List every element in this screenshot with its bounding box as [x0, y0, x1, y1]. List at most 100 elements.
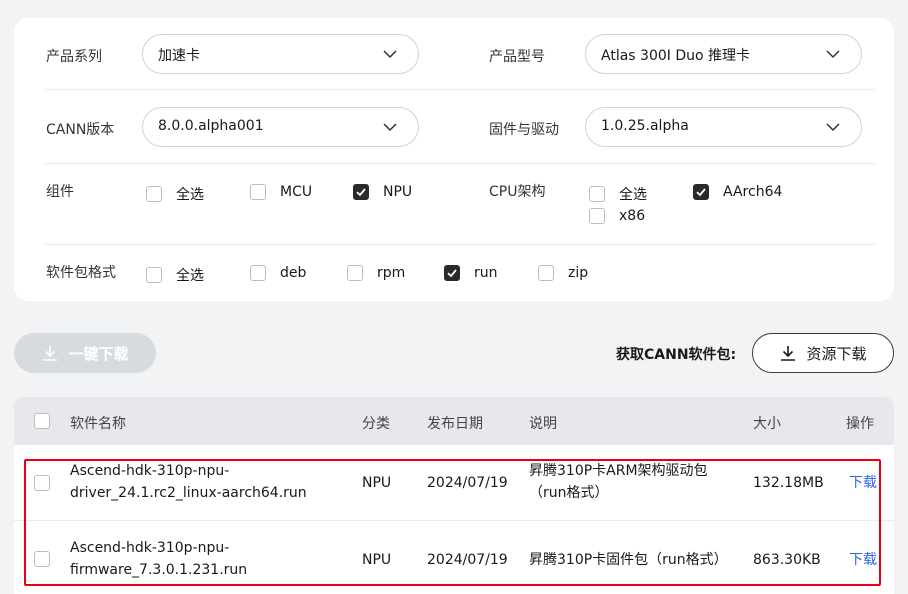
checkbox-label: zip	[568, 265, 589, 281]
product-series-label: 产品系列	[46, 49, 102, 65]
checkbox-checked[interactable]	[353, 184, 369, 200]
firmware-driver-select[interactable]: 1.0.25.alpha	[585, 107, 862, 147]
checkbox[interactable]	[34, 413, 50, 429]
header-category: 分类	[362, 416, 390, 432]
component-checkbox-mcu[interactable]: MCU	[250, 184, 312, 200]
product-series-select[interactable]: 加速卡	[142, 34, 419, 74]
check-icon	[447, 269, 457, 278]
divider	[44, 163, 876, 164]
row-desc-line: （run格式）	[529, 485, 609, 501]
product-model-value: Atlas 300I Duo 推理卡	[601, 48, 751, 64]
checkbox-label: 全选	[619, 187, 647, 203]
package-format-label: 软件包格式	[46, 265, 116, 281]
header-size: 大小	[753, 416, 781, 432]
firmware-driver-label: 固件与驱动	[489, 122, 559, 138]
checkbox-label: NPU	[383, 184, 413, 200]
chevron-down-icon	[383, 50, 397, 59]
table-header: 软件名称 分类 发布日期 说明 大小 操作	[14, 397, 894, 445]
checkbox-label: run	[474, 265, 498, 281]
row-date: 2024/07/19	[427, 475, 508, 491]
download-icon	[43, 346, 58, 361]
row-download-link[interactable]: 下载	[849, 549, 877, 571]
checkbox[interactable]	[347, 265, 363, 281]
product-series-value: 加速卡	[158, 48, 200, 64]
row-name: Ascend-hdk-310p-npu- firmware_7.3.0.1.23…	[70, 537, 247, 581]
table-row: Ascend-hdk-310p-npu- driver_24.1.rc2_lin…	[14, 445, 894, 521]
format-checkbox-all[interactable]: 全选	[146, 265, 204, 285]
checkbox[interactable]	[538, 265, 554, 281]
divider	[44, 89, 876, 90]
format-checkbox-zip[interactable]: zip	[538, 265, 588, 281]
checkbox[interactable]	[34, 475, 50, 491]
chevron-down-icon	[826, 50, 840, 59]
cpu-arch-label: CPU架构	[489, 184, 546, 200]
format-checkbox-run[interactable]: run	[444, 265, 498, 281]
resource-download-button[interactable]: 资源下载	[752, 333, 894, 373]
checkbox-checked[interactable]	[693, 184, 709, 200]
checkbox-label: MCU	[280, 184, 313, 200]
table-body: Ascend-hdk-310p-npu- driver_24.1.rc2_lin…	[14, 445, 894, 594]
checkbox-label: x86	[619, 208, 646, 224]
row-desc: 昇腾310P卡固件包（run格式）	[529, 552, 728, 568]
chevron-down-icon	[383, 123, 397, 132]
checkbox-label: deb	[280, 265, 307, 281]
check-icon	[356, 188, 366, 197]
row-checkbox[interactable]	[34, 551, 50, 567]
check-icon	[696, 188, 706, 197]
components-label: 组件	[46, 184, 74, 200]
cpu-checkbox-aarch64[interactable]: AArch64	[693, 184, 782, 200]
row-checkbox[interactable]	[34, 475, 50, 491]
one-click-download-label: 一键下载	[68, 344, 129, 363]
row-download-link[interactable]: 下载	[849, 472, 877, 494]
cann-version-select[interactable]: 8.0.0.alpha001	[142, 107, 419, 147]
row-name-line: Ascend-hdk-310p-npu-	[70, 463, 230, 479]
component-checkbox-npu[interactable]: NPU	[353, 184, 412, 200]
header-name: 软件名称	[70, 416, 126, 432]
checkbox-label: AArch64	[723, 184, 783, 200]
row-category: NPU	[362, 475, 392, 491]
firmware-driver-value: 1.0.25.alpha	[601, 118, 689, 134]
header-action: 操作	[846, 416, 874, 432]
row-size: 863.30KB	[753, 552, 821, 568]
row-name-line: Ascend-hdk-310p-npu-	[70, 540, 230, 556]
format-checkbox-deb[interactable]: deb	[250, 265, 306, 281]
component-checkbox-all[interactable]: 全选	[146, 184, 204, 204]
checkbox-label: 全选	[176, 268, 204, 284]
row-desc: 昇腾310P卡ARM架构驱动包 （run格式）	[529, 460, 708, 504]
checkbox-label: rpm	[377, 265, 406, 281]
filter-panel: 产品系列 加速卡 产品型号 Atlas 300I Duo 推理卡 CANN版本 …	[14, 18, 894, 301]
cann-version-label: CANN版本	[46, 122, 115, 138]
checkbox-label: 全选	[176, 187, 204, 203]
row-date: 2024/07/19	[427, 552, 508, 568]
product-model-select[interactable]: Atlas 300I Duo 推理卡	[585, 34, 862, 74]
cann-version-value: 8.0.0.alpha001	[158, 118, 264, 134]
one-click-download-button[interactable]: 一键下载	[14, 333, 156, 373]
row-category: NPU	[362, 552, 392, 568]
chevron-down-icon	[826, 123, 840, 132]
header-date: 发布日期	[427, 416, 483, 432]
checkbox[interactable]	[250, 265, 266, 281]
checkbox[interactable]	[250, 184, 266, 200]
checkbox[interactable]	[589, 208, 605, 224]
download-icon	[781, 346, 796, 361]
checkbox[interactable]	[146, 186, 162, 202]
get-cann-label: 获取CANN软件包:	[616, 347, 737, 363]
checkbox[interactable]	[589, 186, 605, 202]
row-desc-line: 昇腾310P卡ARM架构驱动包	[529, 463, 708, 479]
resource-download-label: 资源下载	[806, 344, 867, 363]
checkbox-checked[interactable]	[444, 265, 460, 281]
cpu-checkbox-x86[interactable]: x86	[589, 208, 645, 224]
row-name-line: firmware_7.3.0.1.231.run	[70, 562, 248, 578]
select-all-rows-checkbox[interactable]	[34, 413, 50, 429]
checkbox[interactable]	[34, 551, 50, 567]
divider	[44, 244, 876, 245]
format-checkbox-rpm[interactable]: rpm	[347, 265, 405, 281]
product-model-label: 产品型号	[489, 49, 545, 65]
header-desc: 说明	[529, 416, 557, 432]
checkbox[interactable]	[146, 267, 162, 283]
table-row: Ascend-hdk-310p-npu- firmware_7.3.0.1.23…	[14, 521, 894, 594]
row-name: Ascend-hdk-310p-npu- driver_24.1.rc2_lin…	[70, 460, 307, 504]
cpu-checkbox-all[interactable]: 全选	[589, 184, 647, 204]
row-size: 132.18MB	[753, 475, 824, 491]
row-name-line: driver_24.1.rc2_linux-aarch64.run	[70, 485, 307, 501]
